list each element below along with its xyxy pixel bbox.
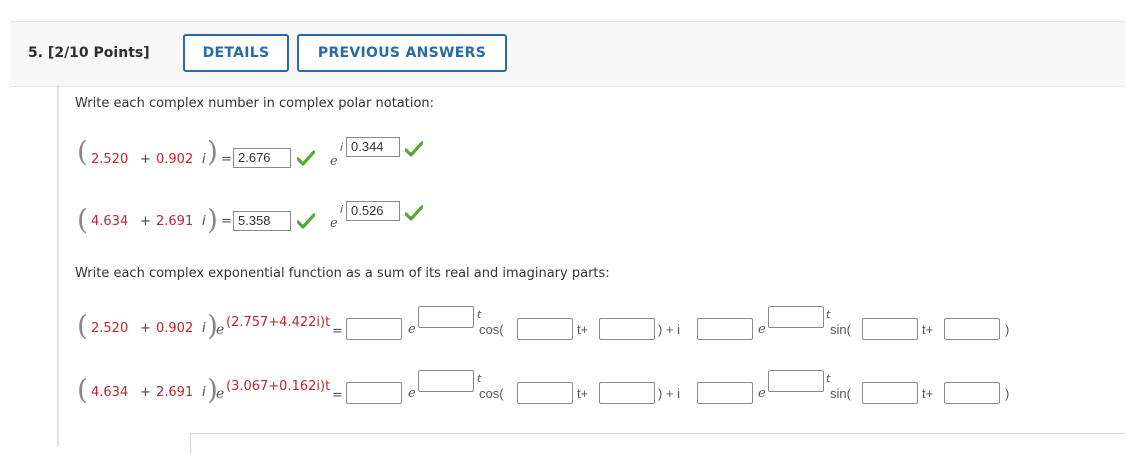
close-plus-i: ) + i <box>658 386 681 401</box>
check-icon <box>297 150 315 166</box>
content-left-rule <box>57 85 59 447</box>
magnitude-input[interactable]: 5.358 <box>233 211 291 231</box>
cos-phase-input[interactable] <box>599 382 655 404</box>
plus-sign: + <box>140 321 151 336</box>
exponent-text: (3.067+0.162i)t <box>226 379 331 394</box>
imag-unit: i <box>202 214 206 229</box>
imag-exp-input[interactable] <box>768 370 824 392</box>
t-plus-label: t+ <box>577 386 589 401</box>
cos-phase-input[interactable] <box>599 318 655 340</box>
real-part: 2.520 <box>91 321 129 336</box>
cos-freq-input[interactable] <box>517 318 573 340</box>
close-plus-i: ) + i <box>658 322 681 337</box>
sin-label: sin( <box>830 386 851 401</box>
sin-freq-input[interactable] <box>862 318 918 340</box>
details-button[interactable]: DETAILS <box>183 34 289 72</box>
imag-exp-input[interactable] <box>768 306 824 328</box>
imag-part: 2.691 <box>156 385 194 400</box>
sin-label: sin( <box>830 322 851 337</box>
real-coef-input[interactable] <box>346 318 402 340</box>
t-variable: t <box>477 372 482 385</box>
equals-sign: = <box>332 324 343 339</box>
plus-sign: + <box>140 385 151 400</box>
real-part: 4.634 <box>91 385 129 400</box>
real-part: 2.520 <box>91 152 129 167</box>
check-icon <box>405 205 423 221</box>
exponent-text: (2.757+4.422i)t <box>226 315 331 330</box>
imag-unit: i <box>202 385 206 400</box>
imag-unit: i <box>202 152 206 167</box>
equals-sign: = <box>332 388 343 403</box>
angle-input[interactable]: 0.526 <box>346 201 400 221</box>
imag-coef-input[interactable] <box>697 318 753 340</box>
plus-sign: + <box>140 214 151 229</box>
t-plus-label: t+ <box>922 322 934 337</box>
t-variable: t <box>477 308 482 321</box>
open-paren: ( <box>77 203 88 236</box>
polar-prompt: Write each complex number in complex pol… <box>75 96 435 111</box>
previous-answers-button[interactable]: PREVIOUS ANSWERS <box>297 34 507 72</box>
question-number: 5. [2/10 Points] <box>28 45 150 61</box>
sin-phase-input[interactable] <box>944 382 1000 404</box>
real-coef-input[interactable] <box>346 382 402 404</box>
plus-sign: + <box>140 152 151 167</box>
equals-sign: = <box>221 152 232 167</box>
equals-sign: = <box>221 214 232 229</box>
close-paren: ) <box>207 203 218 236</box>
exp-base: e <box>216 322 225 338</box>
check-icon <box>297 213 315 229</box>
exp-base: e <box>216 386 225 402</box>
imag-part: 0.902 <box>156 152 194 167</box>
check-icon <box>405 141 423 157</box>
exp-i: i <box>340 203 344 216</box>
question-header: 5. [2/10 Points] DETAILS PREVIOUS ANSWER… <box>10 21 1125 87</box>
t-variable: t <box>826 372 831 385</box>
imag-part: 2.691 <box>156 214 194 229</box>
next-section-box <box>190 433 1125 454</box>
real-exp-input[interactable] <box>418 370 474 392</box>
angle-input[interactable]: 0.344 <box>346 137 400 157</box>
open-paren: ( <box>77 373 88 406</box>
magnitude-input[interactable]: 2.676 <box>233 148 291 168</box>
close-paren: ) <box>207 135 218 168</box>
cos-label: cos( <box>479 386 504 401</box>
open-paren: ( <box>77 309 88 342</box>
sin-freq-input[interactable] <box>862 382 918 404</box>
t-plus-label: t+ <box>577 322 589 337</box>
exp-base: e <box>330 216 338 231</box>
exp-base: e <box>330 154 338 169</box>
cos-freq-input[interactable] <box>517 382 573 404</box>
open-paren: ( <box>77 135 88 168</box>
t-variable: t <box>826 308 831 321</box>
close-paren-label: ) <box>1005 322 1010 337</box>
exp-i: i <box>340 141 344 154</box>
exp-base: e <box>408 322 416 337</box>
imag-part: 0.902 <box>156 321 194 336</box>
imag-coef-input[interactable] <box>697 382 753 404</box>
exp-base: e <box>758 386 766 401</box>
exponential-prompt: Write each complex exponential function … <box>75 266 610 281</box>
exp-base: e <box>758 322 766 337</box>
cos-label: cos( <box>479 322 504 337</box>
imag-unit: i <box>202 321 206 336</box>
close-paren-label: ) <box>1005 386 1010 401</box>
sin-phase-input[interactable] <box>944 318 1000 340</box>
exp-base: e <box>408 386 416 401</box>
t-plus-label: t+ <box>922 386 934 401</box>
real-exp-input[interactable] <box>418 306 474 328</box>
real-part: 4.634 <box>91 214 129 229</box>
